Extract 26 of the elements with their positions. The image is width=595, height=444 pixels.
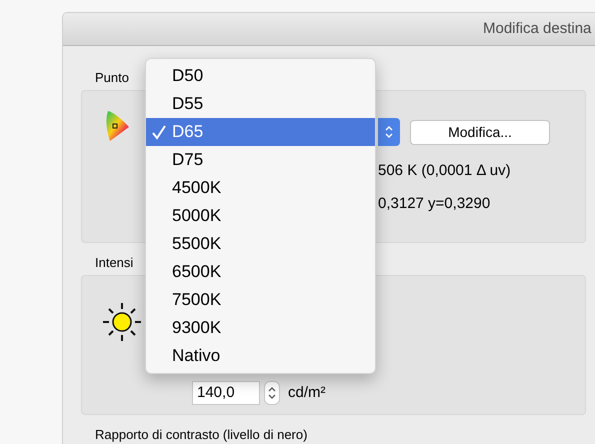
unit-text: cd/m² [288, 382, 326, 403]
intensity-field[interactable]: 140,0 [192, 381, 260, 405]
menu-item[interactable]: D75 [146, 146, 375, 174]
window-title: Modifica destina [483, 18, 592, 39]
menu-item[interactable]: D65 [146, 118, 375, 146]
chevrons-icon [268, 386, 276, 400]
cie-coordinates-text: 0,3127 y=0,3290 [378, 194, 492, 214]
stepper[interactable] [264, 381, 280, 405]
edit-button[interactable]: Modifica... [410, 120, 550, 144]
section-label: Rapporto di contrasto (livello di nero) [95, 427, 308, 443]
popup-button[interactable] [378, 118, 400, 146]
chevrons-icon [385, 125, 393, 139]
color-temperature-text: 506 K (0,0001 Δ uv) [378, 161, 512, 181]
menu-item[interactable]: 5500K [146, 230, 375, 258]
menu-item[interactable]: 9300K [146, 314, 375, 342]
menu-item[interactable]: D50 [146, 62, 375, 90]
menu-item[interactable]: 4500K [146, 174, 375, 202]
menu-item[interactable]: Nativo [146, 342, 375, 370]
menu-item[interactable]: 5000K [146, 202, 375, 230]
section-label: Intensi [95, 255, 134, 271]
menu-item[interactable]: 7500K [146, 286, 375, 314]
section-label: Punto [95, 70, 129, 86]
menu-item[interactable]: 6500K [146, 258, 375, 286]
checkmark-icon [151, 124, 167, 140]
sun-icon [102, 302, 142, 342]
menu-item[interactable]: D55 [146, 90, 375, 118]
